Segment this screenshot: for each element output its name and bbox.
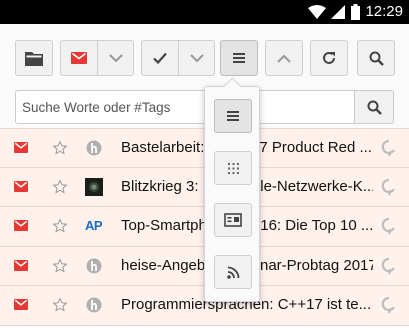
chevron-up-icon [277, 54, 291, 63]
mail-icon[interactable] [14, 259, 28, 271]
check-dropdown-button[interactable] [179, 40, 215, 76]
view-mode-popup [204, 86, 260, 302]
search-icon [367, 100, 382, 115]
checkmark-icon [153, 52, 167, 64]
status-time: 12:29 [365, 3, 403, 20]
mark-unread-button[interactable] [60, 40, 98, 76]
search-button[interactable] [355, 90, 394, 124]
star-icon[interactable] [52, 178, 68, 195]
refresh-icon [323, 51, 335, 64]
star-icon[interactable] [52, 140, 68, 156]
heise-icon [86, 258, 102, 273]
share-icon[interactable] [381, 217, 397, 235]
share-icon[interactable] [381, 296, 397, 314]
mail-icon[interactable] [14, 220, 28, 231]
game-icon [85, 177, 103, 196]
star-icon[interactable] [52, 257, 68, 274]
scroll-up-button[interactable] [265, 40, 303, 76]
star-icon[interactable] [52, 297, 68, 313]
grid-dots-icon [227, 162, 239, 174]
signal-icon [331, 5, 345, 19]
heise-icon [86, 297, 102, 313]
wifi-icon [308, 5, 326, 19]
mail-icon [71, 52, 87, 64]
rss-icon [226, 266, 239, 279]
search-toggle-button[interactable] [357, 40, 395, 76]
article-icon [224, 213, 242, 227]
status-bar: 12:29 [0, 0, 409, 24]
folder-icon [25, 51, 43, 66]
share-icon[interactable] [381, 178, 397, 196]
search-icon [369, 51, 384, 66]
mail-icon[interactable] [14, 299, 28, 310]
article-view-button[interactable] [214, 203, 252, 237]
star-icon[interactable] [52, 218, 68, 234]
mail-dropdown-button[interactable] [98, 40, 134, 76]
mail-icon[interactable] [14, 180, 28, 192]
search-input[interactable] [15, 90, 355, 124]
feed-view-button[interactable] [214, 255, 252, 289]
battery-icon [351, 4, 360, 20]
mail-icon[interactable] [14, 142, 28, 153]
chevron-down-icon [108, 53, 123, 62]
mark-read-button[interactable] [141, 40, 179, 76]
folder-button[interactable] [15, 40, 53, 76]
view-menu-button[interactable] [220, 40, 258, 76]
grid-view-button[interactable] [214, 151, 252, 185]
hamburger-icon [233, 53, 245, 63]
chevron-down-icon [189, 53, 204, 62]
share-icon[interactable] [381, 139, 397, 157]
heise-icon [86, 140, 102, 156]
list-icon [227, 111, 239, 121]
share-icon[interactable] [381, 257, 397, 275]
refresh-button[interactable] [310, 40, 348, 76]
ap-icon: AP [85, 218, 103, 233]
list-view-button[interactable] [214, 99, 252, 133]
